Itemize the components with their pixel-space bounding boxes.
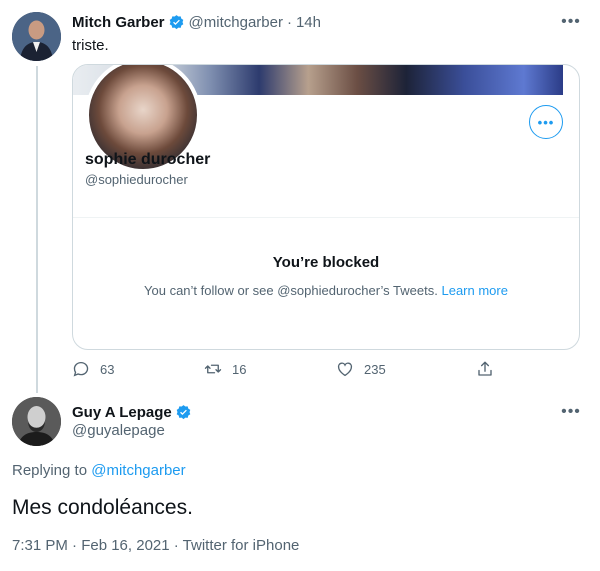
tweet-header: Mitch Garber @mitchgarber · 14h <box>72 12 321 32</box>
replying-prefix: Replying to <box>12 462 88 479</box>
tweet-time[interactable]: 14h <box>296 14 321 31</box>
blocked-description: You can’t follow or see @sophiedurocher’… <box>73 283 579 298</box>
more-options-icon[interactable]: ••• <box>556 12 586 32</box>
author-handle[interactable]: @mitchgarber <box>189 14 283 31</box>
author-name[interactable]: Guy A Lepage <box>72 404 172 421</box>
separator-dot: · <box>286 13 292 31</box>
more-options-icon[interactable]: ••• <box>556 402 586 422</box>
replying-mention-link[interactable]: @mitchgarber <box>91 462 185 479</box>
learn-more-link[interactable]: Learn more <box>441 283 507 298</box>
card-divider <box>73 217 579 218</box>
retweet-button[interactable]: 16 <box>204 358 246 380</box>
reply-button[interactable]: 63 <box>72 358 114 380</box>
card-more-options-icon[interactable]: ••• <box>529 105 563 139</box>
share-icon <box>478 361 492 376</box>
author-handle[interactable]: @guyalepage <box>72 422 165 439</box>
reply-count: 63 <box>100 361 115 377</box>
tweet-actions: 63 16 235 <box>72 358 502 380</box>
avatar-guyalepage[interactable] <box>12 397 61 446</box>
reply-icon <box>73 361 89 377</box>
like-button[interactable]: 235 <box>336 358 386 380</box>
tweet-text: Mes condoléances. <box>12 496 193 519</box>
verified-badge-icon <box>168 14 185 31</box>
embedded-profile-card[interactable]: ••• sophie durocher @sophiedurocher You’… <box>72 64 580 350</box>
profile-name: sophie durocher <box>85 151 211 168</box>
blocked-description-text: You can’t follow or see @sophiedurocher’… <box>144 283 438 298</box>
blocked-title: You’re blocked <box>272 254 380 271</box>
tweet-metadata[interactable]: 7:31 PM · Feb 16, 2021 · Twitter for iPh… <box>12 537 299 554</box>
profile-handle: @sophiedurocher <box>85 172 188 187</box>
thread-line <box>36 66 38 393</box>
author-name[interactable]: Mitch Garber <box>72 14 165 31</box>
avatar-mitchgarber[interactable] <box>12 12 61 61</box>
retweet-count: 16 <box>232 361 247 377</box>
tweet-guyalepage: Guy A Lepage @guyalepage ••• Replying to… <box>0 395 600 571</box>
share-button[interactable] <box>476 358 494 380</box>
retweet-icon <box>204 364 222 374</box>
tweet-text: triste. <box>72 37 109 54</box>
tweet-mitchgarber: Mitch Garber @mitchgarber · 14h ••• tris… <box>0 0 600 395</box>
tweet-header: Guy A Lepage <box>72 402 196 422</box>
verified-badge-icon <box>175 404 192 421</box>
replying-to: Replying to @mitchgarber <box>12 462 186 479</box>
like-count: 235 <box>364 361 386 377</box>
heart-icon <box>337 362 353 377</box>
